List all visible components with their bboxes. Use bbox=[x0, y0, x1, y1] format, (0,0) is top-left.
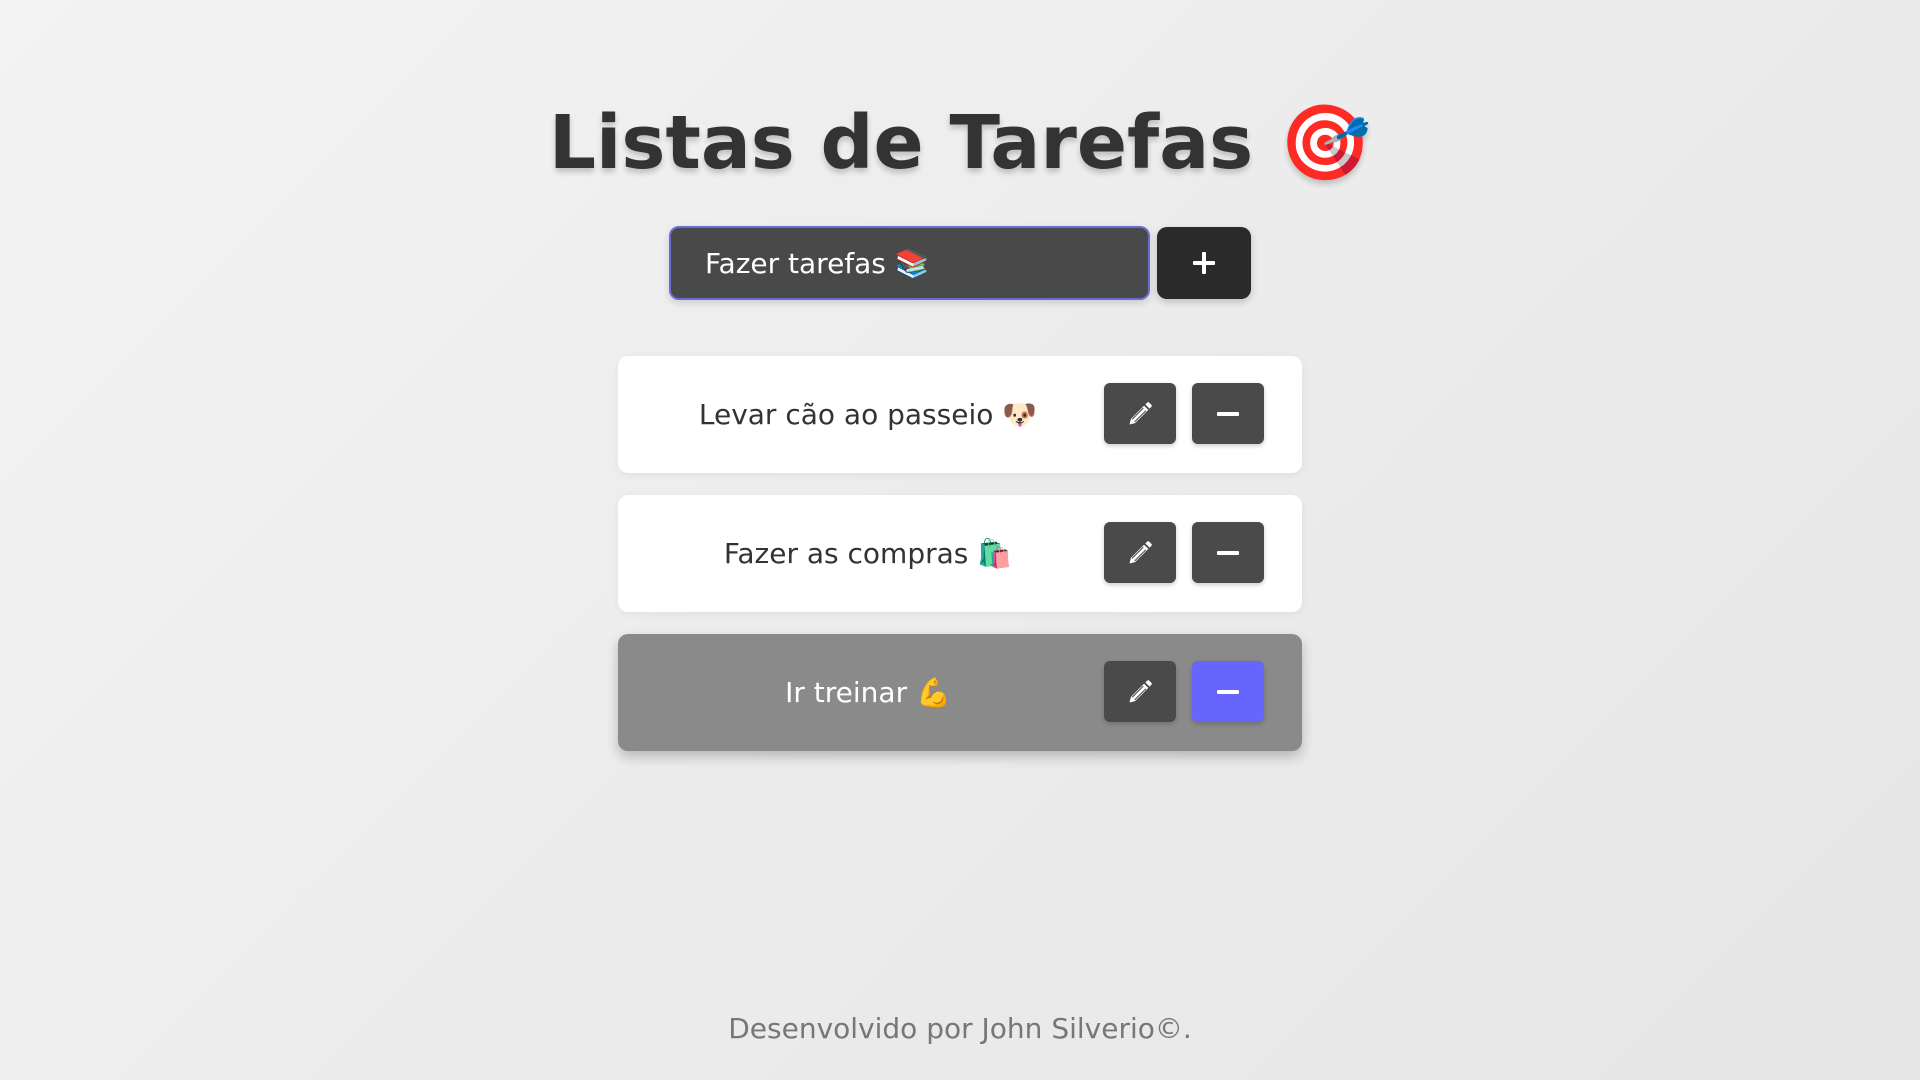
minus-icon bbox=[1217, 689, 1239, 694]
task-item: Fazer as compras 🛍️ bbox=[618, 495, 1302, 612]
page-title: Listas de Tarefas 🎯 bbox=[0, 95, 1920, 191]
pencil-icon bbox=[1129, 540, 1152, 563]
task-input[interactable] bbox=[669, 226, 1150, 300]
remove-task-button[interactable] bbox=[1192, 522, 1264, 583]
task-item: Levar cão ao passeio 🐶 bbox=[618, 356, 1302, 473]
task-list: Levar cão ao passeio 🐶 Fazer as compras … bbox=[618, 356, 1302, 773]
edit-task-button[interactable] bbox=[1104, 522, 1176, 583]
pencil-icon bbox=[1129, 679, 1152, 702]
footer-credit: Desenvolvido por John Silverio©. bbox=[728, 1012, 1192, 1045]
minus-icon bbox=[1217, 411, 1239, 416]
minus-icon bbox=[1217, 550, 1239, 555]
plus-icon bbox=[1193, 252, 1215, 274]
add-task-button[interactable] bbox=[1157, 227, 1251, 299]
add-task-form bbox=[669, 226, 1251, 300]
pencil-icon bbox=[1129, 401, 1152, 424]
remove-task-button[interactable] bbox=[1192, 661, 1264, 722]
edit-task-button[interactable] bbox=[1104, 383, 1176, 444]
target-emoji-icon: 🎯 bbox=[1278, 100, 1372, 186]
remove-task-button[interactable] bbox=[1192, 383, 1264, 444]
task-item-highlighted: Ir treinar 💪 bbox=[618, 634, 1302, 751]
task-text: Levar cão ao passeio 🐶 bbox=[698, 398, 1038, 431]
task-text: Fazer as compras 🛍️ bbox=[723, 537, 1013, 570]
page-title-text: Listas de Tarefas bbox=[548, 100, 1254, 186]
task-text: Ir treinar 💪 bbox=[785, 676, 951, 709]
edit-task-button[interactable] bbox=[1104, 661, 1176, 722]
